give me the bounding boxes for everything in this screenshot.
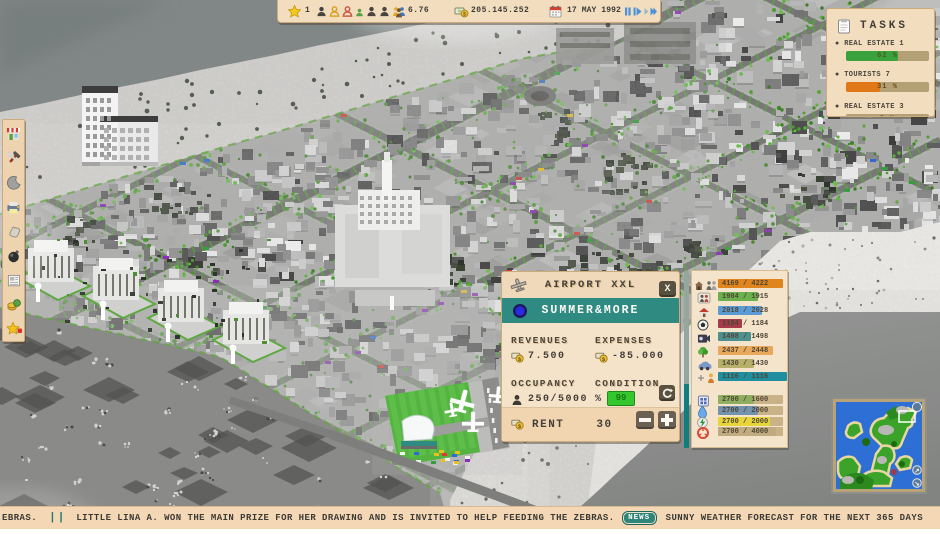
svg-text:↘: ↘: [914, 481, 919, 488]
svg-text:↗: ↗: [914, 468, 919, 475]
